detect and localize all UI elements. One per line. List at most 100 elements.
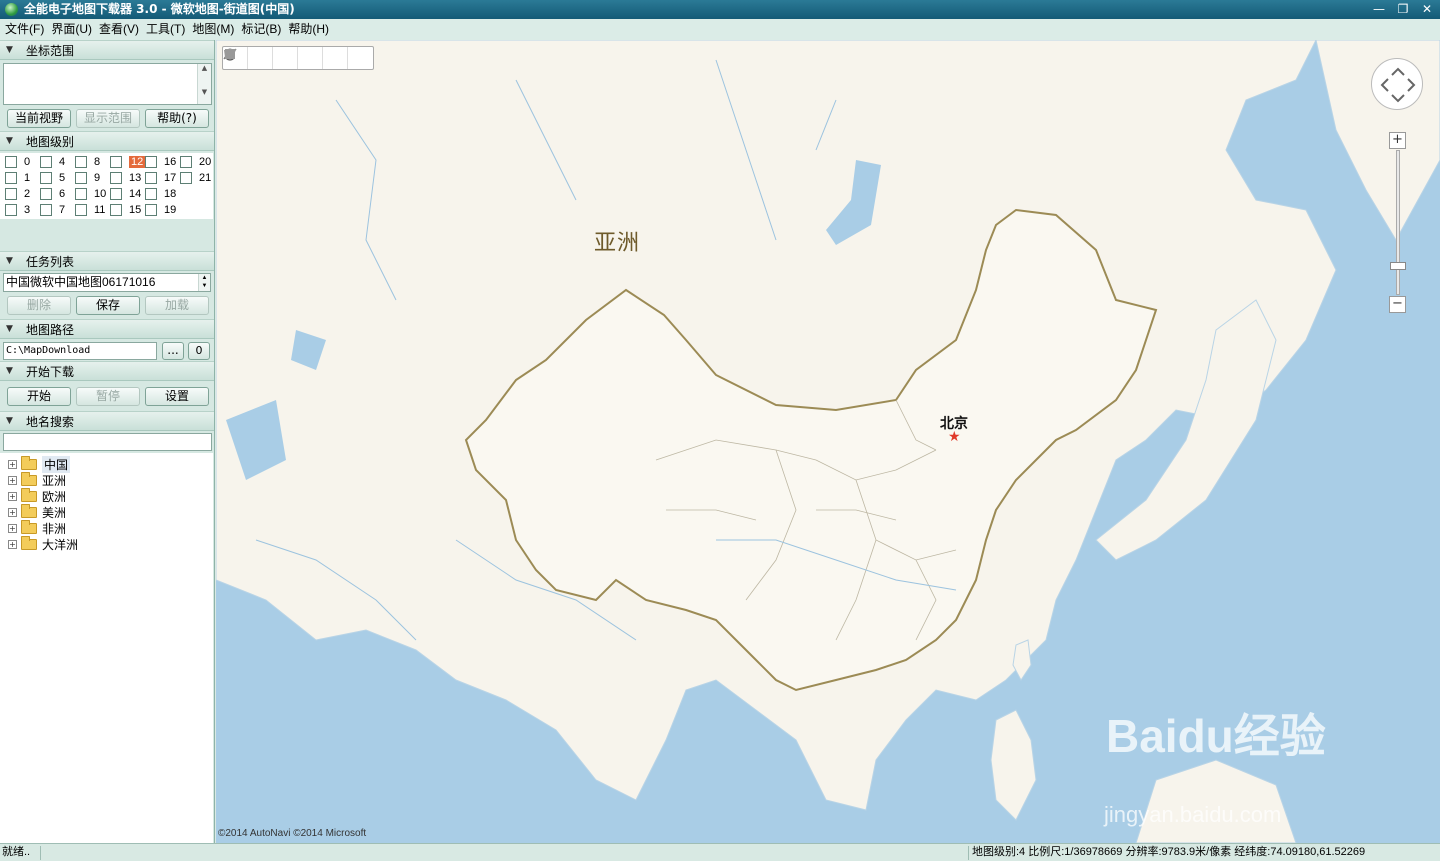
section-place-search-header[interactable]: ▼ 地名搜索 (0, 411, 214, 431)
help-button[interactable]: 帮助(?) (145, 109, 209, 128)
level-checkbox-7[interactable]: 7 (40, 203, 65, 217)
checkbox-icon[interactable] (145, 188, 157, 200)
expand-plus-icon[interactable]: + (8, 459, 17, 469)
checkbox-icon[interactable] (110, 172, 122, 184)
minimize-button[interactable]: — (1372, 0, 1386, 19)
expand-plus-icon[interactable]: + (8, 491, 17, 501)
show-range-button[interactable]: 显示范围 (76, 109, 140, 128)
level-checkbox-21[interactable]: 21 (180, 171, 211, 185)
zoom-slider-track[interactable] (1396, 150, 1400, 295)
checkbox-icon[interactable] (75, 156, 87, 168)
checkbox-icon[interactable] (145, 156, 157, 168)
checkbox-icon[interactable] (40, 204, 52, 216)
browse-path-button[interactable]: ... (162, 342, 184, 360)
textarea-scrollbar[interactable]: ▲ ▼ (197, 64, 211, 104)
place-search-input[interactable] (3, 433, 212, 451)
section-coord-range-header[interactable]: ▼ 坐标范围 (0, 40, 214, 60)
expand-plus-icon[interactable]: + (8, 507, 17, 517)
checkbox-icon[interactable] (110, 156, 122, 168)
menu-tools[interactable]: 工具(T) (144, 19, 190, 40)
open-folder-button[interactable]: 0 (188, 342, 210, 360)
level-checkbox-4[interactable]: 4 (40, 155, 65, 169)
level-checkbox-18[interactable]: 18 (145, 187, 176, 201)
start-download-button[interactable]: 开始 (7, 387, 71, 406)
map-canvas[interactable]: + − 亚洲 北京 ★ Baidu经验 jingyan.baidu.com ©2… (216, 40, 1440, 843)
section-task-list-header[interactable]: ▼ 任务列表 (0, 251, 214, 271)
expand-plus-icon[interactable]: + (8, 539, 17, 549)
tree-item-europe[interactable]: + 欧洲 (8, 487, 66, 504)
checkbox-icon[interactable] (180, 156, 192, 168)
marker-pin-icon[interactable] (226, 47, 273, 69)
level-checkbox-13[interactable]: 13 (110, 171, 141, 185)
checkbox-icon[interactable] (75, 204, 87, 216)
coord-range-textarea[interactable]: ▲ ▼ (3, 63, 212, 105)
polygon-icon[interactable] (224, 47, 348, 69)
checkbox-icon[interactable] (145, 204, 157, 216)
current-view-button[interactable]: 当前视野 (7, 109, 71, 128)
level-checkbox-10[interactable]: 10 (75, 187, 106, 201)
checkbox-icon[interactable] (40, 188, 52, 200)
checkbox-icon[interactable] (75, 172, 87, 184)
section-download-header[interactable]: ▼ 开始下载 (0, 361, 214, 381)
map-path-input[interactable]: C:\MapDownload (3, 342, 157, 360)
level-checkbox-9[interactable]: 9 (75, 171, 100, 185)
level-checkbox-0[interactable]: 0 (5, 155, 30, 169)
level-checkbox-5[interactable]: 5 (40, 171, 65, 185)
checkbox-icon[interactable] (5, 188, 17, 200)
pan-control[interactable] (1371, 58, 1423, 110)
tree-item-china[interactable]: + 中国 (8, 455, 71, 473)
level-checkbox-12[interactable]: 12 (110, 155, 146, 169)
level-checkbox-15[interactable]: 15 (110, 203, 141, 217)
polyline-icon[interactable] (223, 47, 298, 69)
delete-task-button[interactable]: 删除 (7, 296, 71, 315)
checkbox-icon[interactable] (5, 204, 17, 216)
level-checkbox-2[interactable]: 2 (5, 187, 30, 201)
menu-map[interactable]: 地图(M) (190, 19, 239, 40)
menu-file[interactable]: 文件(F) (3, 19, 49, 40)
save-task-button[interactable]: 保存 (76, 296, 140, 315)
level-checkbox-19[interactable]: 19 (145, 203, 176, 217)
level-checkbox-17[interactable]: 17 (145, 171, 176, 185)
zoom-out-button[interactable]: − (1389, 296, 1406, 313)
level-checkbox-6[interactable]: 6 (40, 187, 65, 201)
expand-plus-icon[interactable]: + (8, 475, 17, 485)
level-checkbox-20[interactable]: 20 (180, 155, 211, 169)
level-checkbox-1[interactable]: 1 (5, 171, 30, 185)
level-checkbox-3[interactable]: 3 (5, 203, 30, 217)
zoom-in-button[interactable]: + (1389, 132, 1406, 149)
zoom-slider-thumb[interactable] (1390, 262, 1406, 270)
menu-ui[interactable]: 界面(U) (49, 19, 97, 40)
checkbox-icon[interactable] (5, 172, 17, 184)
task-select[interactable]: 中国微软中国地图06171016 ▲ ▼ (3, 273, 211, 292)
checkbox-icon[interactable] (75, 188, 87, 200)
circle-icon[interactable] (225, 47, 323, 69)
checkbox-icon[interactable] (180, 172, 192, 184)
level-checkbox-14[interactable]: 14 (110, 187, 141, 201)
checkbox-icon[interactable] (110, 188, 122, 200)
settings-button[interactable]: 设置 (145, 387, 209, 406)
tree-item-africa[interactable]: + 非洲 (8, 519, 66, 536)
checkbox-icon[interactable] (110, 204, 122, 216)
spin-arrows-icon[interactable]: ▲ ▼ (198, 274, 210, 291)
tree-item-oceania[interactable]: + 大洋洲 (8, 535, 78, 552)
checkbox-icon[interactable] (145, 172, 157, 184)
tree-item-asia[interactable]: + 亚洲 (8, 471, 66, 488)
section-map-path-header[interactable]: ▼ 地图路径 (0, 319, 214, 339)
rectangle-icon[interactable] (225, 47, 373, 69)
level-checkbox-16[interactable]: 16 (145, 155, 176, 169)
checkbox-icon[interactable] (40, 156, 52, 168)
menu-help[interactable]: 帮助(H) (286, 19, 334, 40)
menu-marks[interactable]: 标记(B) (239, 19, 286, 40)
level-checkbox-8[interactable]: 8 (75, 155, 100, 169)
load-task-button[interactable]: 加载 (145, 296, 209, 315)
checkbox-icon[interactable] (40, 172, 52, 184)
menu-view[interactable]: 查看(V) (97, 19, 144, 40)
close-button[interactable]: ✕ (1420, 0, 1434, 19)
expand-plus-icon[interactable]: + (8, 523, 17, 533)
checkbox-icon[interactable] (5, 156, 17, 168)
pause-download-button[interactable]: 暂停 (76, 387, 140, 406)
section-map-level-header[interactable]: ▼ 地图级别 (0, 131, 214, 151)
level-checkbox-11[interactable]: 11 (75, 203, 105, 217)
maximize-button[interactable]: ❐ (1396, 0, 1410, 19)
tree-item-america[interactable]: + 美洲 (8, 503, 66, 520)
